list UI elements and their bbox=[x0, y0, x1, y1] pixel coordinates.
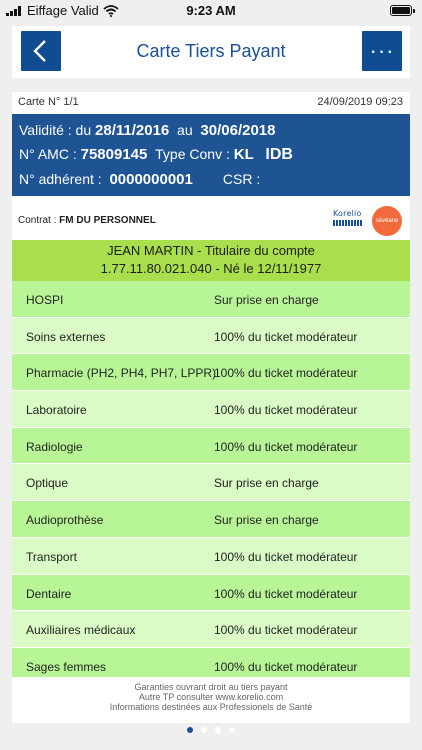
coverage-value: Sur prise en charge bbox=[214, 293, 319, 307]
tiers-payant-card: Carte N° 1/1 24/09/2019 09:23 Validité :… bbox=[12, 92, 410, 723]
coverage-value: 100% du ticket modérateur bbox=[214, 439, 358, 454]
coverage-label: Dentaire bbox=[26, 586, 72, 601]
page-title: Carte Tiers Payant bbox=[136, 41, 286, 61]
coverage-label: Transport bbox=[26, 549, 77, 564]
coverage-value: 100% du ticket modérateur bbox=[214, 366, 358, 381]
page-indicator[interactable] bbox=[0, 727, 422, 733]
csr-label: CSR : bbox=[222, 171, 261, 187]
coverage-label: Optique bbox=[26, 476, 69, 491]
contract-label: Contrat : bbox=[18, 215, 57, 226]
coverage-label: HOSPI bbox=[26, 293, 64, 307]
coverage-value: Sur prise en charge bbox=[214, 476, 319, 491]
coverage-list[interactable]: HOSPI Sur prise en charge Soins externes 10… bbox=[12, 281, 410, 677]
more-options-button[interactable]: ··· bbox=[362, 31, 402, 71]
amc-value: 75809145 bbox=[80, 146, 148, 163]
contract-value: FM DU PERSONNEL bbox=[59, 215, 156, 226]
seveane-logo: sévéane bbox=[372, 206, 402, 236]
battery-icon bbox=[390, 5, 415, 16]
coverage-row: Optique Sur prise en charge bbox=[12, 464, 410, 502]
validity-line: Validité : du 28/11/2016 au 30/06/2018 bbox=[19, 122, 275, 139]
coverage-row: Audioprothèse Sur prise en charge bbox=[12, 501, 410, 538]
nav-bar: Carte Tiers Payant ··· bbox=[12, 26, 410, 78]
coverage-label: Sages femmes bbox=[26, 659, 107, 674]
coverage-value: 100% du ticket modérateur bbox=[214, 586, 358, 601]
coverage-value: 100% du ticket modérateur bbox=[214, 623, 358, 638]
typeconv-value: KL bbox=[233, 146, 254, 163]
footnote-line-2: Autre TP consulter www.korelio.com bbox=[138, 692, 284, 702]
coverage-value: 100% du ticket modérateur bbox=[214, 659, 358, 674]
adherent-value: 0000000001 bbox=[109, 171, 193, 188]
account-holder-banner: JEAN MARTIN - Titulaire du compte 1.77.1… bbox=[12, 240, 410, 281]
amc-label: N° AMC : bbox=[19, 146, 77, 162]
coverage-row: Radiologie 100% du ticket modérateur bbox=[12, 427, 410, 465]
coverage-row: Pharmacie (PH2, PH4, PH7, LPPR) 100% du t… bbox=[12, 354, 410, 392]
coverage-value: 100% du ticket modérateur bbox=[214, 549, 358, 564]
page-dot[interactable] bbox=[187, 727, 193, 733]
page-dot[interactable] bbox=[201, 727, 207, 733]
seveane-logo-text: sévéane bbox=[375, 218, 399, 224]
card-footnote: Garanties ouvrant droit au tiers payant … bbox=[12, 682, 410, 712]
coverage-row: Transport 100% du ticket modérateur bbox=[12, 537, 410, 575]
card-datetime: 24/09/2019 09:23 bbox=[317, 96, 403, 108]
coverage-row: Auxiliaires médicaux 100% du ticket modér… bbox=[12, 611, 410, 648]
contract-row: Contrat : FM DU PERSONNEL Korelio sévéan… bbox=[12, 204, 410, 238]
page-dot[interactable] bbox=[229, 727, 235, 733]
card-header: Carte N° 1/1 24/09/2019 09:23 bbox=[12, 92, 410, 112]
coverage-label: Auxiliaires médicaux bbox=[26, 623, 136, 638]
coverage-row: HOSPI Sur prise en charge bbox=[12, 281, 410, 318]
footnote-line-3: Informations destinées aux Professionels… bbox=[109, 702, 313, 712]
coverage-value: 100% du ticket modérateur bbox=[214, 403, 358, 418]
coverage-row: Dentaire 100% du ticket modérateur bbox=[12, 574, 410, 612]
coverage-label: Pharmacie (PH2, PH4, PH7, LPPR) bbox=[26, 366, 217, 381]
coverage-label: Audioprothèse bbox=[26, 513, 104, 528]
coverage-value: Sur prise en charge bbox=[214, 513, 319, 528]
validity-to-label: au bbox=[177, 122, 193, 138]
korelio-logo-text: Korelio bbox=[333, 209, 362, 218]
holder-name: JEAN MARTIN - Titulaire du compte bbox=[107, 243, 315, 258]
coverage-value: 100% du ticket modérateur bbox=[214, 329, 358, 344]
clock: 9:23 AM bbox=[186, 3, 236, 18]
coverage-row: Sages femmes 100% du ticket modérateur bbox=[12, 647, 410, 677]
back-button[interactable] bbox=[21, 31, 61, 71]
coverage-label: Soins externes bbox=[26, 329, 106, 344]
adherent-line: N° adhérent : 0000000001 CSR : bbox=[19, 171, 260, 188]
idb-value: IDB bbox=[265, 146, 293, 163]
more-dots-icon: ··· bbox=[369, 38, 395, 63]
amc-line: N° AMC : 75809145 Type Conv : KL IDB bbox=[19, 146, 293, 164]
page-dot[interactable] bbox=[215, 727, 221, 733]
footnote-line-1: Garanties ouvrant droit au tiers payant bbox=[134, 682, 288, 692]
card-info-panel: Validité : du 28/11/2016 au 30/06/2018 N… bbox=[12, 114, 410, 196]
coverage-row: Laboratoire 100% du ticket modérateur bbox=[12, 391, 410, 428]
holder-details: 1.77.11.80.021.040 - Né le 12/11/1977 bbox=[100, 261, 322, 276]
validity-to: 30/06/2018 bbox=[200, 122, 276, 139]
battery-fill bbox=[392, 7, 410, 14]
validity-from: 28/11/2016 bbox=[95, 122, 170, 139]
contract-line: Contrat : FM DU PERSONNEL bbox=[18, 215, 156, 226]
typeconv-label: Type Conv : bbox=[155, 146, 230, 162]
validity-label: Validité : du bbox=[19, 122, 92, 138]
chevron-left-icon bbox=[33, 40, 46, 62]
status-bar: Eiffage Valid 9:23 AM bbox=[0, 0, 422, 22]
coverage-label: Radiologie bbox=[26, 439, 83, 454]
adherent-label: N° adhérent : bbox=[19, 171, 102, 187]
coverage-row: Soins externes 100% du ticket modérateur bbox=[12, 317, 410, 355]
coverage-label: Laboratoire bbox=[26, 403, 87, 418]
korelio-logo: Korelio bbox=[333, 209, 367, 231]
korelio-logo-bars bbox=[333, 220, 363, 226]
card-number: Carte N° 1/1 bbox=[18, 96, 79, 108]
